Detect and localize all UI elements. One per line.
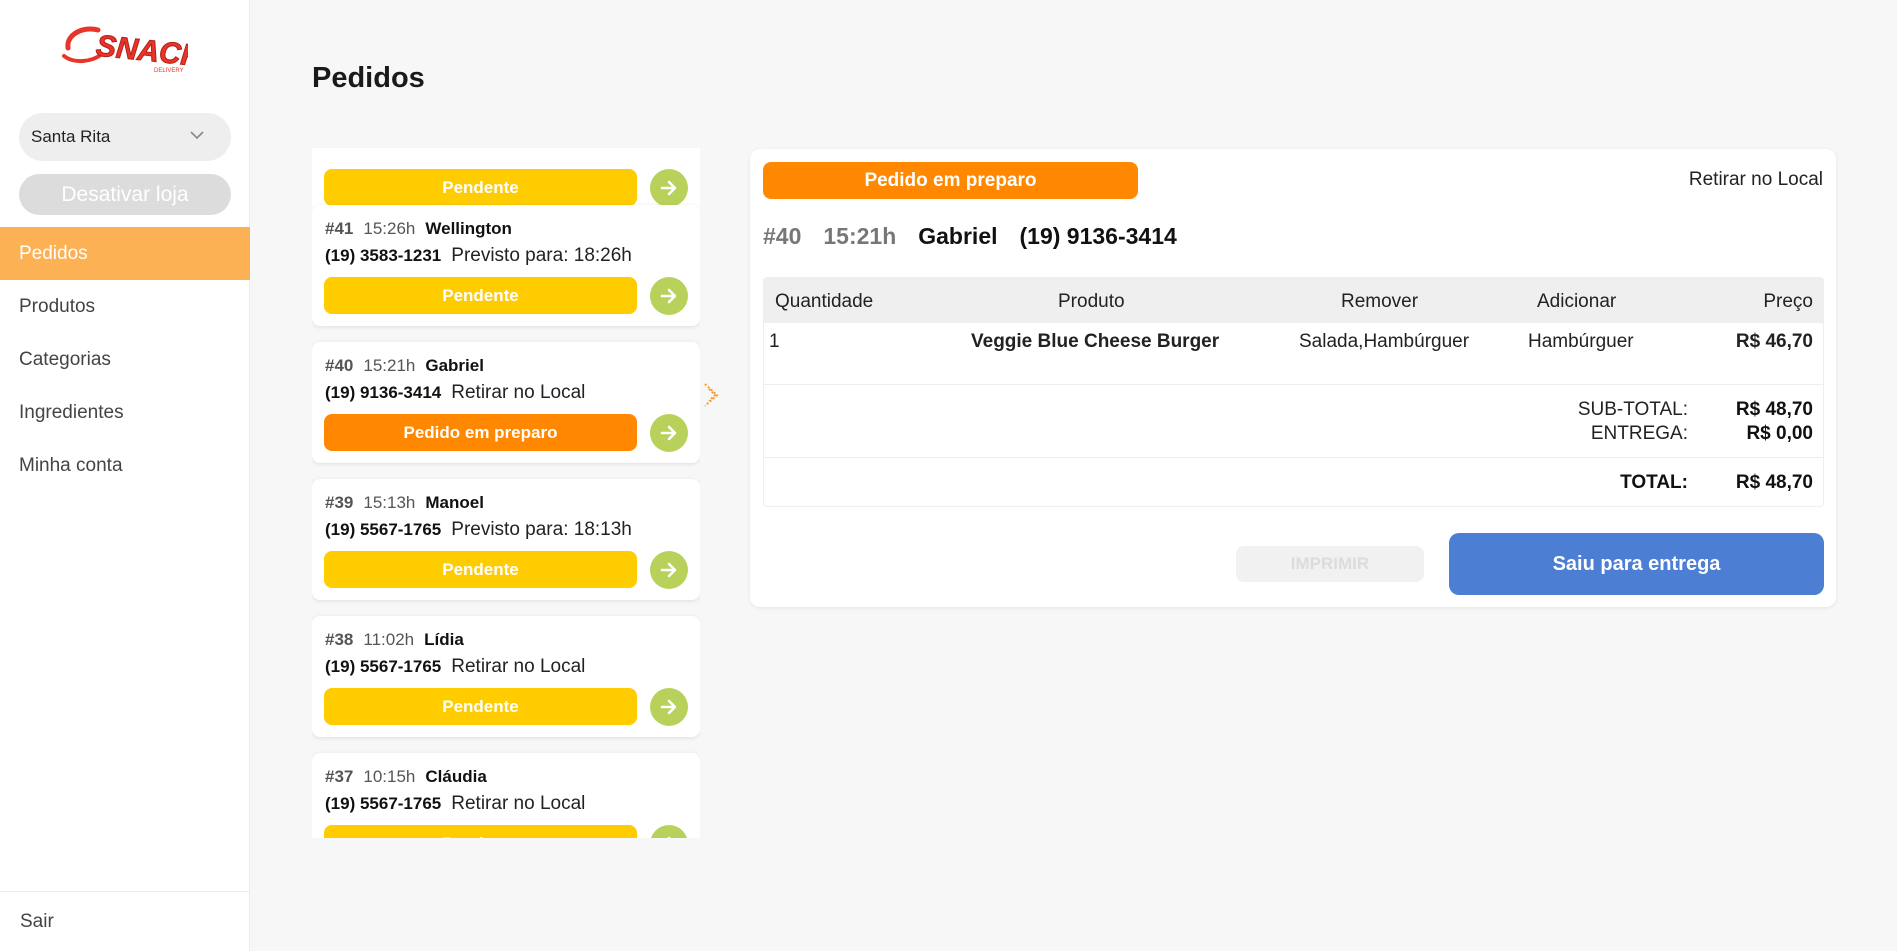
detail-delivery-type: Retirar no Local — [1688, 169, 1823, 190]
order-open-button[interactable] — [650, 277, 688, 315]
order-status-button[interactable]: Pendente — [324, 551, 637, 588]
order-customer: Manoel — [425, 493, 484, 512]
item-remove: Salada,Hambúrguer — [1299, 331, 1470, 352]
col-product: Produto — [1058, 291, 1125, 312]
order-info: Retirar no Local — [451, 656, 586, 677]
table-row: 1 Veggie Blue Cheese Burger Salada,Hambú… — [764, 323, 1823, 385]
order-card[interactable]: #41 15:26h Wellington (19) 3583-1231 Previs… — [312, 205, 700, 326]
order-open-button[interactable] — [650, 169, 688, 207]
subtotal-value: R$ 48,70 — [1735, 399, 1813, 420]
logout-button[interactable]: Sair — [0, 891, 250, 951]
col-price: Preço — [1763, 291, 1813, 312]
store-select[interactable]: Santa Rita — [19, 113, 231, 161]
order-status-button[interactable]: Pendente — [324, 825, 637, 838]
sidebar-item-minha-conta[interactable]: Minha conta — [0, 439, 250, 492]
order-card[interactable]: #39 15:13h Manoel (19) 5567-1765 Previsto p… — [312, 479, 700, 600]
total-value: R$ 48,70 — [1735, 472, 1813, 493]
detail-customer-phone: (19) 9136-3414 — [1019, 223, 1177, 249]
order-open-button[interactable] — [650, 825, 688, 838]
order-detail-panel: Pedido em preparo Retirar no Local #40 15… — [750, 149, 1836, 607]
order-customer: Cláudia — [425, 767, 487, 786]
sidebar-item-produtos[interactable]: Produtos — [0, 280, 250, 333]
order-info: Previsto para: 18:26h — [451, 245, 632, 266]
order-open-button[interactable] — [650, 688, 688, 726]
store-select-value: Santa Rita — [31, 127, 111, 146]
col-remove: Remover — [1341, 291, 1419, 312]
order-card[interactable]: #38 11:02h Lídia (19) 5567-1765 Retirar no … — [312, 616, 700, 737]
order-number: #40 — [325, 356, 354, 375]
arrow-right-icon — [667, 836, 671, 838]
order-phone: (19) 9136-3414 — [325, 383, 442, 402]
selected-order-indicator-icon — [704, 383, 719, 407]
table-total: TOTAL: R$ 48,70 — [764, 458, 1823, 508]
order-status-button[interactable]: Pedido em preparo — [324, 414, 637, 451]
order-open-button[interactable] — [650, 414, 688, 452]
orders-list[interactable]: Pendente #41 15:26h Wellington (19) 3583-1… — [312, 148, 700, 838]
detail-order-time: 15:21h — [823, 223, 897, 249]
order-number: #37 — [325, 767, 354, 786]
deactivate-store-button[interactable]: Desativar loja — [19, 174, 231, 215]
snack-logo: SNACK DELIVERY — [62, 26, 188, 74]
order-status-button[interactable]: Pendente — [324, 688, 637, 725]
order-phone: (19) 5567-1765 — [325, 520, 442, 539]
order-card[interactable]: #40 15:21h Gabriel (19) 9136-3414 Retirar n… — [312, 342, 700, 463]
order-phone: (19) 5567-1765 — [325, 657, 442, 676]
order-info: Retirar no Local — [451, 382, 586, 403]
arrow-right-icon — [660, 699, 677, 715]
total-label: TOTAL: — [1620, 472, 1688, 493]
item-product: Veggie Blue Cheese Burger — [971, 331, 1220, 352]
order-number: #38 — [325, 630, 354, 649]
order-time: 15:21h — [363, 356, 416, 375]
order-number: #39 — [325, 493, 354, 512]
sidebar: SNACK DELIVERY Santa Rita Desativar loja… — [0, 0, 250, 951]
order-customer: Wellington — [425, 219, 512, 238]
table-subtotals: SUB-TOTAL: R$ 48,70 ENTREGA: R$ 0,00 — [764, 385, 1823, 458]
table-header: Quantidade Produto Remover Adicionar Pre… — [764, 278, 1823, 323]
svg-text:DELIVERY: DELIVERY — [154, 68, 184, 74]
arrow-right-icon — [660, 425, 677, 441]
sidebar-item-ingredientes[interactable]: Ingredientes — [0, 386, 250, 439]
order-open-button[interactable] — [650, 551, 688, 589]
order-items-table: Quantidade Produto Remover Adicionar Pre… — [763, 277, 1824, 507]
item-add: Hambúrguer — [1528, 331, 1634, 352]
arrow-right-icon — [660, 180, 677, 196]
arrow-right-icon — [660, 562, 677, 578]
detail-customer-name: Gabriel — [918, 223, 998, 249]
order-info: Retirar no Local — [451, 793, 586, 814]
order-customer: Gabriel — [425, 356, 484, 375]
item-price: R$ 46,70 — [1735, 331, 1813, 352]
sidebar-item-categorias[interactable]: Categorias — [0, 333, 250, 386]
subtotal-label: SUB-TOTAL: — [1577, 399, 1688, 420]
delivery-fee-label: ENTREGA: — [1590, 423, 1688, 444]
col-add: Adicionar — [1537, 291, 1617, 312]
col-quantity: Quantidade — [775, 291, 874, 312]
order-time: 15:26h — [363, 219, 416, 238]
chevron-down-icon — [190, 131, 204, 140]
order-time: 10:15h — [363, 767, 416, 786]
delivery-fee-value: R$ 0,00 — [1746, 423, 1813, 444]
order-status-button[interactable]: Pendente — [324, 169, 637, 206]
detail-header: #40 15:21h Gabriel (19) 9136-3414 — [763, 223, 1177, 250]
svg-text:SNACK: SNACK — [95, 29, 188, 73]
sidebar-nav: Pedidos Produtos Categorias Ingredientes… — [0, 227, 250, 492]
order-number: #41 — [325, 219, 354, 238]
sidebar-item-pedidos[interactable]: Pedidos — [0, 227, 250, 280]
detail-order-number: #40 — [763, 223, 802, 249]
order-time: 15:13h — [363, 493, 416, 512]
order-customer: Lídia — [424, 630, 464, 649]
print-button[interactable]: IMPRIMIR — [1236, 546, 1424, 582]
item-quantity: 1 — [769, 331, 780, 352]
order-card[interactable]: #37 10:15h Cláudia (19) 5567-1765 Retirar n… — [312, 753, 700, 838]
order-phone: (19) 5567-1765 — [325, 794, 442, 813]
detail-status-badge: Pedido em preparo — [763, 162, 1138, 199]
arrow-right-icon — [660, 288, 677, 304]
out-for-delivery-button[interactable]: Saiu para entrega — [1449, 533, 1824, 595]
order-time: 11:02h — [363, 630, 415, 649]
page-title: Pedidos — [312, 62, 425, 94]
order-status-button[interactable]: Pendente — [324, 277, 637, 314]
order-info: Previsto para: 18:13h — [451, 519, 632, 540]
order-phone: (19) 3583-1231 — [325, 246, 442, 265]
